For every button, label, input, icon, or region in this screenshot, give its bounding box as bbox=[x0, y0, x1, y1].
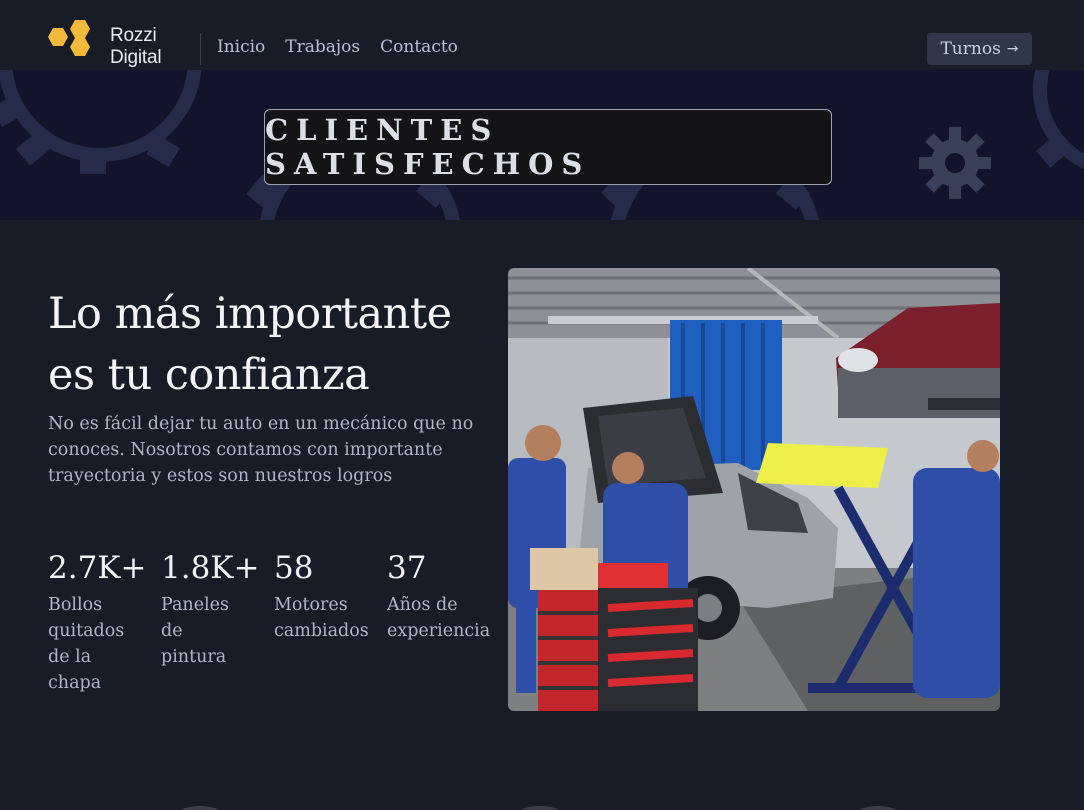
nav-link-contacto[interactable]: Contacto bbox=[380, 37, 458, 57]
brand-name-line1: Rozzi bbox=[110, 25, 157, 46]
workshop-photo bbox=[508, 268, 1000, 711]
stat-item: 1.8K+ Paneles de pintura bbox=[161, 548, 260, 670]
hero-lead: No es fácil dejar tu auto en un mecánico… bbox=[48, 414, 474, 486]
stat-label: Paneles de pintura bbox=[161, 595, 229, 667]
nav-divider bbox=[200, 33, 201, 65]
turnos-button-label: Turnos bbox=[940, 39, 1001, 59]
arrow-right-icon: → bbox=[1006, 41, 1019, 57]
nav-link-trabajos[interactable]: Trabajos bbox=[285, 37, 360, 57]
stat-item: 58 Motores cambiados bbox=[274, 548, 379, 644]
brand-name: Rozzi Digital bbox=[110, 25, 162, 69]
nav-link-inicio[interactable]: Inicio bbox=[217, 37, 265, 57]
brand-logo[interactable]: Rozzi Digital bbox=[48, 18, 178, 68]
nav-links: Inicio Trabajos Contacto bbox=[217, 37, 458, 57]
section-divider-decoration bbox=[180, 806, 898, 810]
brand-name-line2: Digital bbox=[110, 47, 162, 68]
stat-label: Bollos quitados de la chapa bbox=[48, 595, 125, 693]
stat-value: 37 bbox=[387, 550, 427, 586]
stat-label: Años de experiencia bbox=[387, 595, 491, 641]
hero-headline: Lo más importante es tu confianza bbox=[48, 289, 452, 400]
stat-value: 1.8K+ bbox=[161, 550, 260, 586]
top-navbar: Rozzi Digital Inicio Trabajos Contacto T… bbox=[0, 0, 1084, 70]
hexagon-logo-icon bbox=[48, 20, 90, 56]
turnos-button[interactable]: Turnos → bbox=[927, 33, 1032, 65]
stat-value: 2.7K+ bbox=[48, 550, 147, 586]
stat-item: 2.7K+ Bollos quitados de la chapa bbox=[48, 548, 148, 696]
stat-value: 58 bbox=[274, 550, 314, 586]
stat-label: Motores cambiados bbox=[274, 595, 369, 641]
banner-title-box: CLIENTES SATISFECHOS bbox=[264, 109, 832, 185]
stat-item: 37 Años de experiencia bbox=[387, 548, 497, 644]
mechanics-workshop-image bbox=[508, 268, 1000, 711]
banner-title: CLIENTES SATISFECHOS bbox=[265, 113, 591, 181]
satisfied-clients-banner: CLIENTES SATISFECHOS bbox=[0, 70, 1084, 220]
